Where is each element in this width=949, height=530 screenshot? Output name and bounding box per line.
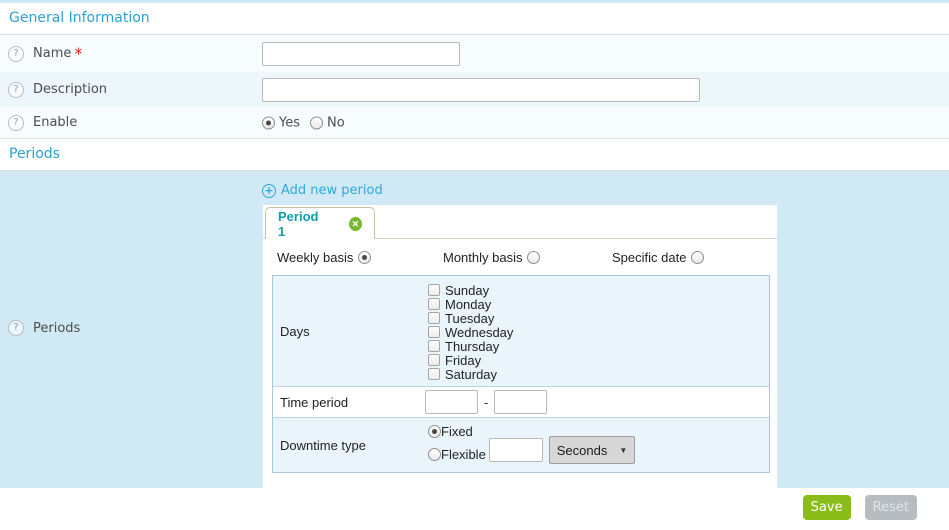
day-saturday-checkbox[interactable] [428,368,440,380]
period-tabstrip: Period 1 ✕ [263,205,777,239]
flexible-label: Flexible [441,447,486,462]
day-option: Thursday [428,339,769,353]
description-input[interactable] [262,78,700,102]
reset-button[interactable]: Reset [865,495,917,520]
day-tuesday-label: Tuesday [445,311,494,326]
day-wednesday-checkbox[interactable] [428,326,440,338]
day-monday-checkbox[interactable] [428,298,440,310]
time-period-row: Time period - [273,386,769,417]
periods-header: Periods [0,139,949,171]
name-row: ? Name * [0,35,949,72]
name-label: Name [33,46,71,61]
day-option: Monday [428,297,769,311]
chevron-down-icon: ▼ [619,446,627,455]
periods-side-label: Periods [33,321,80,336]
help-icon[interactable]: ? [8,46,24,62]
required-asterisk: * [74,44,82,63]
days-label: Days [273,276,423,386]
day-wednesday-label: Wednesday [445,325,513,340]
day-option: Friday [428,353,769,367]
help-icon[interactable]: ? [8,320,24,336]
weekly-basis-radio[interactable] [358,251,371,264]
day-sunday-checkbox[interactable] [428,284,440,296]
specific-date-radio[interactable] [691,251,704,264]
help-icon[interactable]: ? [8,82,24,98]
enable-label: Enable [33,115,77,130]
description-row: ? Description [0,72,949,107]
save-button[interactable]: Save [803,495,851,520]
duration-unit-value: Seconds [557,443,608,458]
fixed-label: Fixed [441,424,473,439]
fixed-option: Fixed [428,424,473,439]
fixed-radio[interactable] [428,425,441,438]
day-thursday-checkbox[interactable] [428,340,440,352]
monthly-basis-option: Monthly basis [443,250,540,265]
days-list: Sunday Monday Tuesday [423,276,769,381]
name-input[interactable] [262,42,460,66]
enable-row: ? Enable Yes No [0,107,949,139]
specific-date-option: Specific date [612,250,704,265]
weekly-basis-option: Weekly basis [277,250,371,265]
day-friday-checkbox[interactable] [428,354,440,366]
downtime-type-label: Downtime type [273,418,423,472]
time-range-separator: - [484,395,488,410]
enable-yes-label: Yes [279,115,300,130]
add-new-period-label: Add new period [281,183,383,198]
duration-unit-select[interactable]: Seconds ▼ [549,436,635,464]
downtime-form-page: General Information ? Name * ? Descripti… [0,0,949,530]
periods-section: ? Periods + Add new period Period 1 ✕ We… [0,171,949,488]
day-option: Tuesday [428,311,769,325]
tab-period-1-label: Period 1 [278,209,327,239]
day-option: Saturday [428,367,769,381]
general-information-header: General Information [0,3,949,35]
time-period-label: Time period [273,387,423,417]
flexible-radio[interactable] [428,448,441,461]
day-monday-label: Monday [445,297,491,312]
periods-side-label-group: ? Periods [0,320,80,336]
day-sunday-label: Sunday [445,283,489,298]
add-new-period-link[interactable]: + Add new period [262,183,383,198]
monthly-basis-label: Monthly basis [443,250,522,265]
day-option: Wednesday [428,325,769,339]
time-to-input[interactable] [494,390,547,414]
period-panel: Period 1 ✕ Weekly basis Monthly basis Sp… [263,205,777,488]
day-thursday-label: Thursday [445,339,499,354]
duration-input[interactable] [489,438,543,462]
form-footer: Save Reset [0,488,949,530]
time-from-input[interactable] [425,390,478,414]
downtime-type-row: Downtime type Fixed Flexible Seconds [273,417,769,472]
day-friday-label: Friday [445,353,481,368]
day-saturday-label: Saturday [445,367,497,382]
flexible-option: Flexible [428,447,486,462]
tab-period-1[interactable]: Period 1 ✕ [265,207,375,239]
day-option: Sunday [428,283,769,297]
specific-date-label: Specific date [612,250,686,265]
days-row: Days Sunday Monday [273,276,769,386]
enable-yes-radio[interactable] [262,116,275,129]
monthly-basis-radio[interactable] [527,251,540,264]
close-period-icon[interactable]: ✕ [349,217,362,231]
help-icon[interactable]: ? [8,115,24,131]
description-label: Description [33,82,107,97]
enable-no-radio[interactable] [310,116,323,129]
weekly-basis-label: Weekly basis [277,250,353,265]
add-plus-icon: + [262,184,276,198]
day-tuesday-checkbox[interactable] [428,312,440,324]
period-settings-table: Days Sunday Monday [272,275,770,473]
enable-no-label: No [327,115,345,130]
